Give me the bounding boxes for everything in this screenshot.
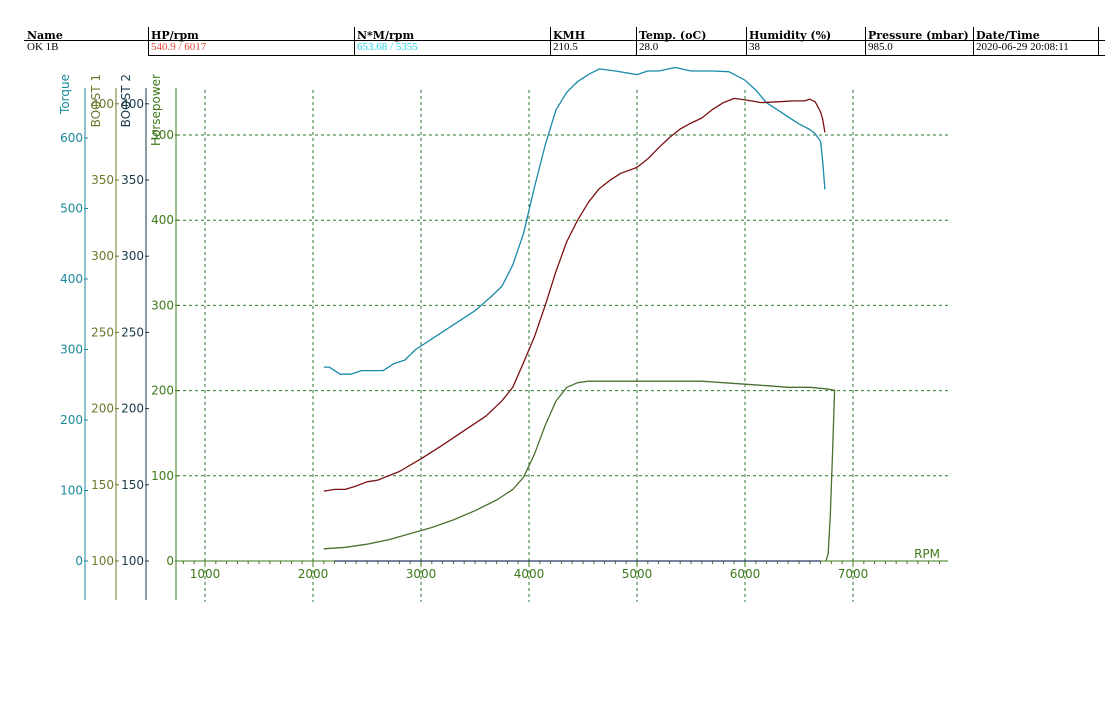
y-tick-label: 100 — [91, 554, 114, 568]
y-axis-title: Horsepower — [149, 74, 163, 146]
x-tick-label: 3000 — [406, 567, 437, 581]
x-tick-label: 4000 — [514, 567, 545, 581]
y-tick-label: 100 — [60, 484, 83, 498]
y-tick-label: 350 — [91, 173, 114, 187]
x-tick-label: 1000 — [190, 567, 221, 581]
y-tick-label: 300 — [60, 343, 83, 357]
y-tick-label: 300 — [151, 298, 174, 312]
y-tick-label: 100 — [121, 554, 144, 568]
y-tick-label: 150 — [121, 478, 144, 492]
y-tick-label: 200 — [91, 402, 114, 416]
y-tick-label: 200 — [60, 413, 83, 427]
y-axis-title: BOOST 2 — [119, 74, 133, 127]
y-axis-title: BOOST 1 — [89, 74, 103, 127]
y-tick-label: 350 — [121, 173, 144, 187]
y-tick-label: 200 — [121, 402, 144, 416]
x-tick-label: 6000 — [730, 567, 761, 581]
y-tick-label: 500 — [60, 202, 83, 216]
x-tick-label: 2000 — [298, 567, 329, 581]
y-tick-label: 250 — [91, 325, 114, 339]
y-tick-label: 250 — [121, 325, 144, 339]
y-tick-label: 0 — [75, 554, 83, 568]
y-tick-label: 400 — [60, 272, 83, 286]
y-tick-label: 200 — [151, 384, 174, 398]
x-tick-label: 7000 — [838, 567, 869, 581]
y-tick-label: 300 — [91, 249, 114, 263]
y-tick-label: 300 — [121, 249, 144, 263]
y-tick-label: 600 — [60, 131, 83, 145]
y-axis-title: Torque — [58, 74, 72, 115]
y-tick-label: 100 — [151, 469, 174, 483]
series-line — [323, 97, 826, 492]
dyno-chart: 1000 2000 3000 4000 5000 6000 7000RPM010020030… — [58, 66, 948, 602]
y-tick-label: 150 — [91, 478, 114, 492]
series-line — [323, 66, 826, 375]
y-tick-label: 0 — [166, 554, 174, 568]
x-axis-title: RPM — [914, 547, 940, 561]
y-tick-label: 400 — [151, 213, 174, 227]
x-tick-label: 5000 — [622, 567, 653, 581]
